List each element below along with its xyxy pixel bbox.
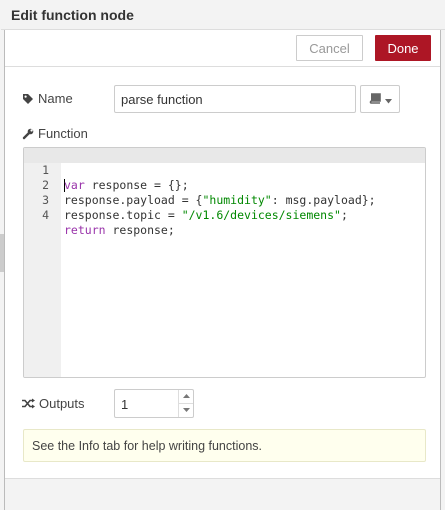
tag-icon	[22, 93, 34, 105]
dialog-titlebar: Edit function node	[1, 0, 445, 30]
name-input[interactable]: parse function	[114, 85, 356, 113]
outputs-label-group: Outputs	[22, 396, 85, 411]
outputs-label: Outputs	[39, 396, 85, 411]
help-tip: See the Info tab for help writing functi…	[23, 429, 426, 462]
done-button[interactable]: Done	[375, 35, 431, 61]
book-icon	[369, 92, 381, 107]
code-line: 2 response.payload = {"humidity": msg.pa…	[24, 163, 425, 207]
stepper-arrows	[178, 390, 193, 417]
wrench-icon	[22, 128, 34, 140]
help-tip-text: See the Info tab for help writing functi…	[32, 438, 262, 453]
code-line: 1 var response = {};	[24, 148, 425, 192]
code-line: 4 return response;	[24, 193, 425, 237]
function-label-group: Function	[22, 126, 88, 141]
caret-down-icon	[384, 92, 392, 107]
line-number: 4	[42, 208, 49, 222]
dialog-footer	[5, 478, 440, 510]
code-text: return response;	[64, 223, 175, 237]
cancel-button[interactable]: Cancel	[296, 35, 363, 61]
library-button[interactable]	[360, 85, 400, 113]
name-label: Name	[38, 91, 73, 106]
shuffle-icon	[22, 398, 35, 409]
code-text: response.topic = "/v1.6/devices/siemens"…	[64, 208, 348, 222]
code-line: 3 response.topic = "/v1.6/devices/siemen…	[24, 178, 425, 222]
function-label: Function	[38, 126, 88, 141]
name-input-value: parse function	[121, 91, 203, 107]
outputs-stepper[interactable]: 1	[114, 389, 194, 418]
increment-button[interactable]	[179, 390, 193, 404]
caret-down-icon	[182, 408, 190, 413]
caret-up-icon	[182, 394, 190, 399]
decrement-button[interactable]	[179, 404, 193, 418]
outputs-value: 1	[121, 397, 129, 412]
name-label-group: Name	[22, 91, 73, 106]
code-editor[interactable]: 1 var response = {}; 2 response.payload …	[23, 147, 426, 378]
dialog-title: Edit function node	[11, 7, 134, 23]
dialog-toolbar: Cancel Done	[5, 30, 440, 67]
edit-dialog: Edit function node Cancel Done Name pars…	[1, 0, 445, 510]
